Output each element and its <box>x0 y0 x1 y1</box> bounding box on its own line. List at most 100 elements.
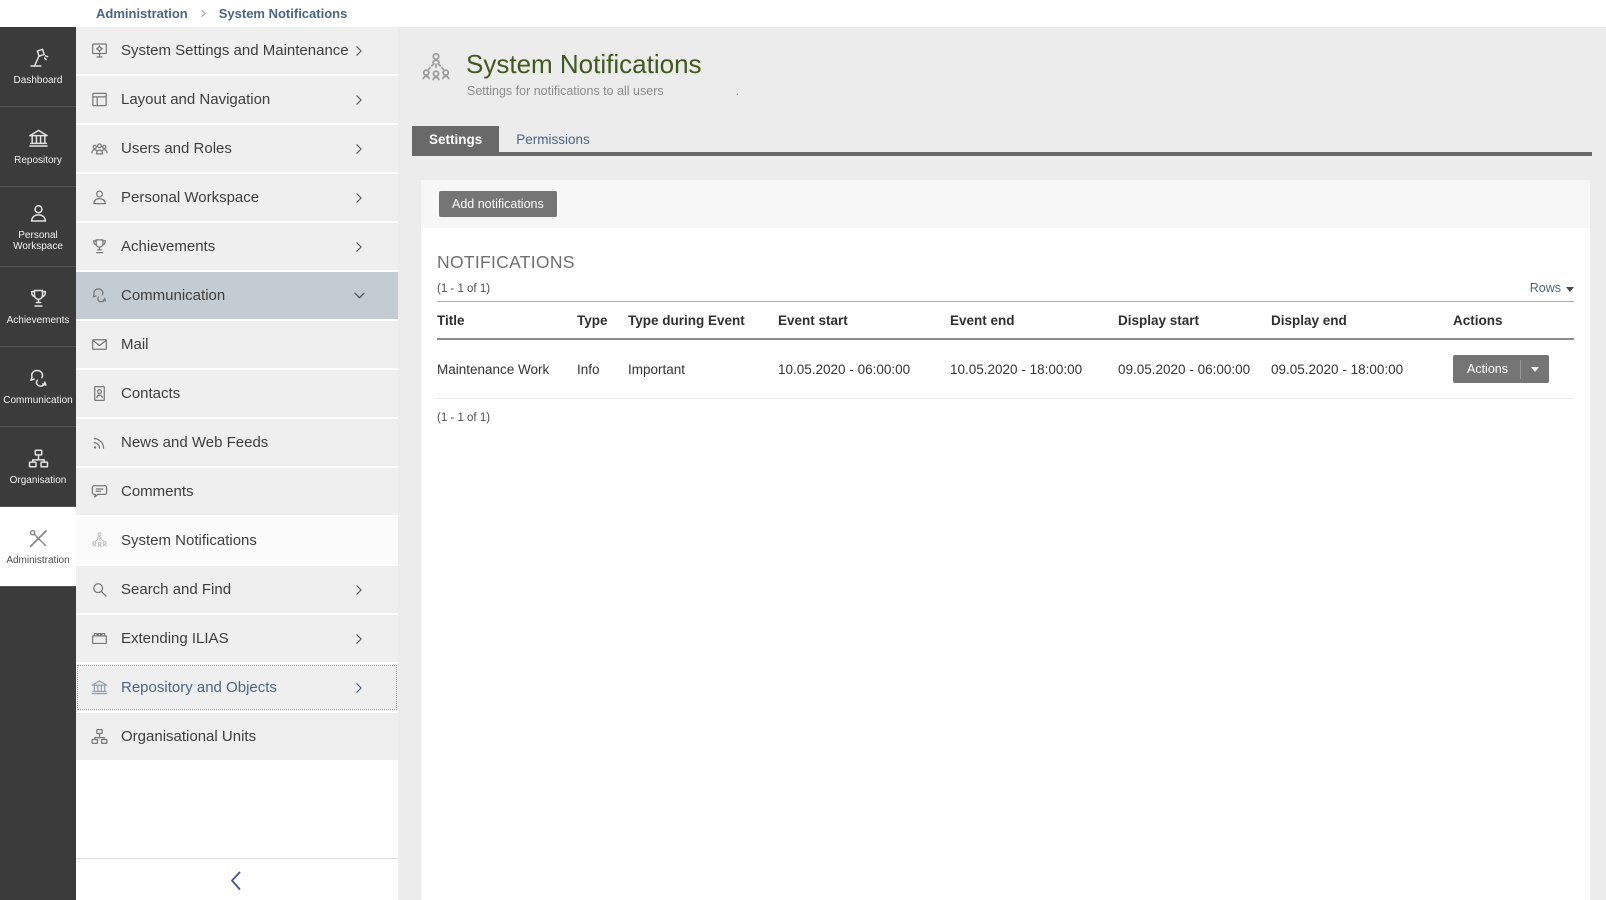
result-count-top: (1 - 1 of 1) <box>437 283 490 295</box>
page: { "breadcrumb": { "items": ["Administrat… <box>0 0 1606 900</box>
sidebar-item-users-roles[interactable]: Users and Roles <box>76 125 398 172</box>
main-rail: Dashboard Repository Personal Workspace … <box>0 27 76 900</box>
notifications-section: NOTIFICATIONS (1 - 1 of 1) Rows Title Ty… <box>421 228 1590 424</box>
cell-title: Maintenance Work <box>437 339 577 399</box>
people-network-icon <box>90 532 110 550</box>
actions-dropdown-toggle[interactable] <box>1520 360 1549 379</box>
rail-item-repository[interactable]: Repository <box>0 107 76 187</box>
add-notifications-button[interactable]: Add notifications <box>439 191 557 217</box>
cell-type-during-event: Important <box>628 339 778 399</box>
page-subtitle: Settings for notifications to all users … <box>467 84 739 98</box>
subtitle-trailing-dot: . <box>736 84 739 98</box>
row-actions-button[interactable]: Actions <box>1453 355 1549 383</box>
rail-item-dashboard[interactable]: Dashboard <box>0 27 76 107</box>
sidebar-item-label: System Notifications <box>121 532 257 549</box>
sidebar-collapse-button[interactable] <box>227 869 247 891</box>
sidebar-item-repository-objects[interactable]: Repository and Objects <box>76 664 398 711</box>
sidebar-item-system-notifications[interactable]: System Notifications <box>76 517 398 564</box>
idcard-icon <box>90 385 110 403</box>
section-title: NOTIFICATIONS <box>437 252 1574 273</box>
brick-icon <box>90 630 110 648</box>
sidebar-item-label: Layout and Navigation <box>121 91 270 108</box>
chevron-right-icon <box>352 630 372 648</box>
sidebar-item-label: Communication <box>121 287 225 304</box>
sidebar-item-comments[interactable]: Comments <box>76 468 398 515</box>
chevron-right-icon <box>352 91 372 109</box>
tab-permissions[interactable]: Permissions <box>499 126 607 152</box>
rows-dropdown[interactable]: Rows <box>1530 281 1574 295</box>
column-header-event-start: Event start <box>778 302 950 340</box>
sidebar-item-system-settings[interactable]: System Settings and Maintenance <box>76 27 398 74</box>
column-header-display-end: Display end <box>1271 302 1453 340</box>
cell-display-start: 09.05.2020 - 06:00:00 <box>1118 339 1271 399</box>
sidebar-item-label: Search and Find <box>121 581 231 598</box>
rail-item-organisation[interactable]: Organisation <box>0 427 76 507</box>
sidebar-item-contacts[interactable]: Contacts <box>76 370 398 417</box>
tab-bar: Settings Permissions <box>412 126 1592 156</box>
tools-icon <box>27 527 50 550</box>
main-content: System Notifications Settings for notifi… <box>398 27 1606 900</box>
magnifier-icon <box>90 581 110 599</box>
notifications-table: Title Type Type during Event Event start… <box>437 301 1574 399</box>
user-icon <box>90 189 110 207</box>
breadcrumb-item-administration[interactable]: Administration <box>96 6 188 21</box>
rail-item-communication[interactable]: Communication <box>0 347 76 427</box>
cell-event-end: 10.05.2020 - 18:00:00 <box>950 339 1118 399</box>
table-header-row: Title Type Type during Event Event start… <box>437 302 1574 340</box>
page-title: System Notifications <box>466 49 702 80</box>
rail-item-label: Dashboard <box>12 75 65 86</box>
sidebar-item-mail[interactable]: Mail <box>76 321 398 368</box>
admin-sidebar: System Settings and Maintenance Layout a… <box>76 27 398 900</box>
sidebar-item-search-find[interactable]: Search and Find <box>76 566 398 613</box>
sidebar-item-communication[interactable]: Communication <box>76 272 398 319</box>
chevron-right-icon <box>352 140 372 158</box>
rail-item-administration[interactable]: Administration <box>0 507 76 587</box>
sidebar-item-label: Personal Workspace <box>121 189 259 206</box>
sidebar-item-layout-navigation[interactable]: Layout and Navigation <box>76 76 398 123</box>
chevron-right-icon <box>352 238 372 256</box>
rail-item-label: Communication <box>1 395 74 406</box>
sidebar-item-label: Contacts <box>121 385 180 402</box>
breadcrumb-item-current[interactable]: System Notifications <box>219 6 348 21</box>
rail-item-label: Repository <box>12 155 64 166</box>
envelope-icon <box>90 336 110 354</box>
sidebar-item-achievements[interactable]: Achievements <box>76 223 398 270</box>
chevron-down-icon <box>352 287 372 305</box>
sidebar-item-label: Extending ILIAS <box>121 630 229 647</box>
column-header-actions: Actions <box>1453 302 1574 340</box>
sidebar-item-label: Repository and Objects <box>121 679 277 696</box>
column-header-type: Type <box>577 302 628 340</box>
rail-item-label: Organisation <box>8 475 69 486</box>
result-count-bottom: (1 - 1 of 1) <box>437 412 1574 424</box>
comment-icon <box>90 483 110 501</box>
rss-icon <box>90 434 110 452</box>
sidebar-item-label: News and Web Feeds <box>121 434 268 451</box>
column-header-display-start: Display start <box>1118 302 1271 340</box>
rail-item-label: Personal Workspace <box>0 230 76 252</box>
layout-icon <box>90 91 110 109</box>
chat-icon <box>90 287 110 305</box>
sidebar-item-personal-workspace[interactable]: Personal Workspace <box>76 174 398 221</box>
sidebar-item-label: Users and Roles <box>121 140 232 157</box>
rail-item-achievements[interactable]: Achievements <box>0 267 76 347</box>
orgchart-icon <box>27 447 50 470</box>
sidebar-item-label: System Settings and Maintenance <box>121 42 349 59</box>
rail-item-label: Administration <box>4 555 71 566</box>
sidebar-item-news-web-feeds[interactable]: News and Web Feeds <box>76 419 398 466</box>
sidebar-item-organisational-units[interactable]: Organisational Units <box>76 713 398 760</box>
rail-item-label: Achievements <box>5 315 72 326</box>
cell-event-start: 10.05.2020 - 06:00:00 <box>778 339 950 399</box>
chat-icon <box>27 367 50 390</box>
trophy-icon <box>90 238 110 256</box>
column-header-event-end: Event end <box>950 302 1118 340</box>
caret-down-icon <box>1531 367 1539 372</box>
tab-settings[interactable]: Settings <box>412 126 499 152</box>
people-network-icon <box>418 50 454 86</box>
sidebar-item-extending-ilias[interactable]: Extending ILIAS <box>76 615 398 662</box>
column-header-title: Title <box>437 302 577 340</box>
caret-down-icon <box>1566 287 1574 292</box>
sidebar-item-label: Mail <box>121 336 149 353</box>
rail-item-personal-workspace[interactable]: Personal Workspace <box>0 187 76 267</box>
panel-toolbar: Add notifications <box>421 180 1590 228</box>
user-icon <box>27 202 50 225</box>
